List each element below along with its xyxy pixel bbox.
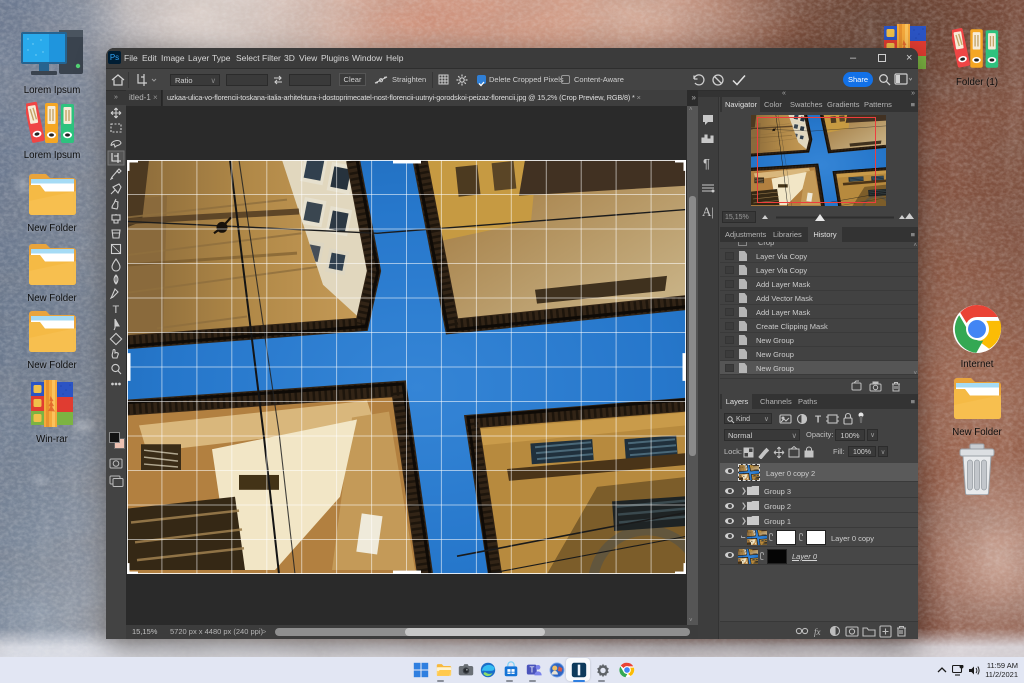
svg-text:T: T (113, 304, 120, 316)
svg-text:T: T (815, 415, 821, 426)
svg-text:T: T (530, 666, 535, 675)
svg-text:A|: A| (702, 204, 714, 219)
svg-text:fx: fx (814, 627, 821, 637)
svg-text:¶: ¶ (703, 156, 710, 171)
